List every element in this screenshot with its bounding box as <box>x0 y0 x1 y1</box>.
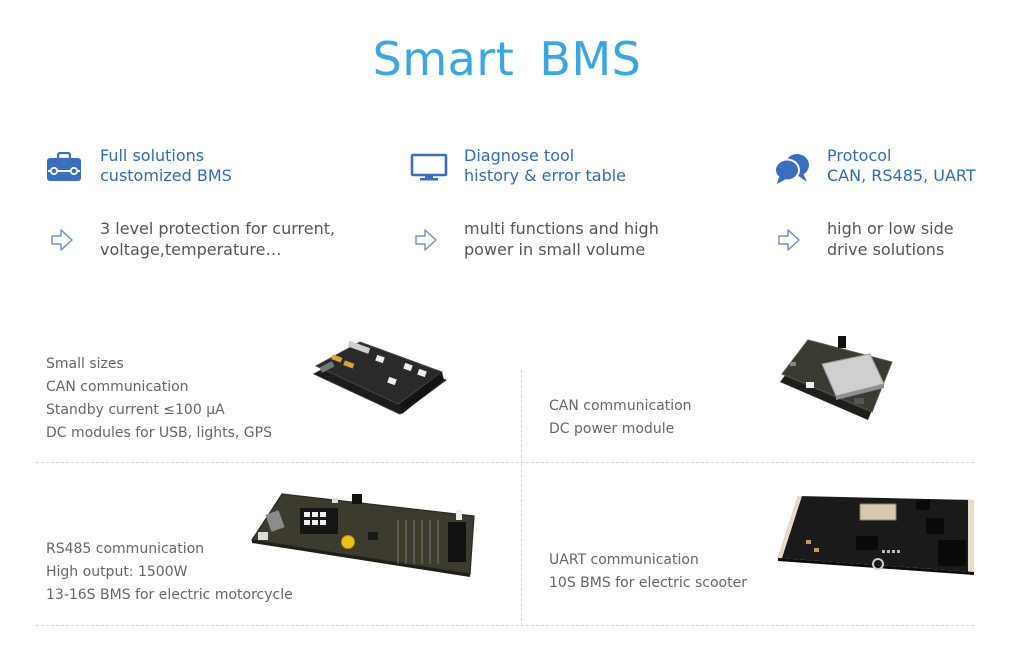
grid-divider-vertical <box>521 370 522 626</box>
chat-bubbles-icon <box>774 154 809 184</box>
product-specs: Small sizes CAN communication Standby cu… <box>46 353 272 445</box>
arrow-right-outline-icon <box>415 229 437 251</box>
product-specs: CAN communication DC power module <box>549 395 692 441</box>
feature-description: multi functions and high power in small … <box>464 218 659 260</box>
feature-description-line2: voltage,temperature… <box>100 240 282 259</box>
feature-description-line2: power in small volume <box>464 240 646 259</box>
bms-board-long-image <box>250 493 475 577</box>
feature-heading-line1: Diagnose tool <box>464 146 575 165</box>
feature-heading-row: Full solutions customized BMS <box>46 146 336 186</box>
feature-description-row: 3 level protection for current, voltage,… <box>46 218 336 262</box>
feature-heading-line1: Protocol <box>827 146 892 165</box>
feature-heading: Full solutions customized BMS <box>100 146 232 186</box>
product-spec-line: DC power module <box>549 421 675 437</box>
feature-heading-line1: Full solutions <box>100 146 205 165</box>
feature-heading-line2: history & error table <box>464 166 627 185</box>
product-spec-line: Small sizes <box>46 356 124 372</box>
grid-divider-horizontal-middle <box>36 462 974 463</box>
product-spec-line: CAN communication <box>46 379 189 395</box>
feature-description: 3 level protection for current, voltage,… <box>100 218 335 260</box>
feature-description-row: multi functions and high power in small … <box>410 218 700 262</box>
bms-board-shielded-image <box>780 336 893 420</box>
feature-description-line2: drive solutions <box>827 240 945 259</box>
product-spec-line: DC modules for USB, lights, GPS <box>46 425 272 441</box>
feature-description-line1: 3 level protection for current, <box>100 219 336 238</box>
feature-description: high or low side drive solutions <box>827 218 954 260</box>
product-specs: UART communication 10S BMS for electric … <box>549 549 747 595</box>
feature-description-line1: high or low side <box>827 219 954 238</box>
bms-board-compact-image <box>778 496 974 575</box>
page-title: Smart BMS <box>372 32 642 86</box>
product-spec-line: 13-16S BMS for electric motorcycle <box>46 587 293 603</box>
grid-divider-horizontal-bottom <box>36 625 974 626</box>
monitor-icon <box>410 153 448 181</box>
arrow-right-outline-icon <box>778 229 800 251</box>
feature-description-line1: multi functions and high <box>464 219 659 238</box>
briefcase-icon <box>47 152 81 181</box>
product-spec-line: UART communication <box>549 552 699 568</box>
feature-description-row: high or low side drive solutions <box>773 218 1014 262</box>
feature-heading-row: Protocol CAN, RS485, UART <box>773 146 1014 186</box>
product-spec-line: Standby current ≤100 μA <box>46 402 225 418</box>
feature-heading: Protocol CAN, RS485, UART <box>827 146 976 186</box>
bms-board-stacked-image <box>312 340 448 415</box>
feature-heading-line2: CAN, RS485, UART <box>827 166 976 185</box>
feature-heading-row: Diagnose tool history & error table <box>410 146 700 186</box>
product-spec-line: 10S BMS for electric scooter <box>549 575 747 591</box>
arrow-right-outline-icon <box>51 229 73 251</box>
product-spec-line: CAN communication <box>549 398 692 414</box>
feature-heading-line2: customized BMS <box>100 166 232 185</box>
feature-heading: Diagnose tool history & error table <box>464 146 626 186</box>
